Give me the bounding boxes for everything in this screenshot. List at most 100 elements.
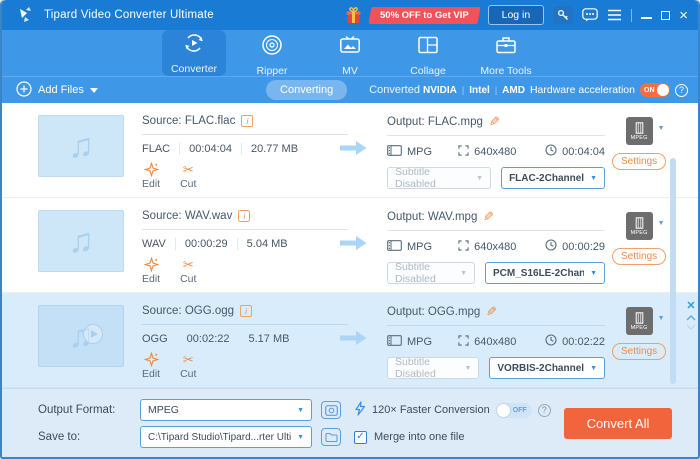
add-files-button[interactable]: Add Files: [16, 81, 98, 100]
file-row[interactable]: ♫ Source: FLAC.flac i FLAC 00:04:04 20.7…: [2, 103, 698, 198]
intel-label: Intel: [469, 85, 490, 96]
tab-more-tools[interactable]: More Tools: [474, 34, 538, 76]
file-row[interactable]: ♫ Source: OGG.ogg i OGG 00:02:22 5.17 MB…: [2, 293, 698, 388]
subtitle-dropdown[interactable]: Subtitle Disabled▼: [387, 262, 475, 284]
edit-button[interactable]: Edit: [142, 162, 160, 190]
subtitle-dropdown[interactable]: Subtitle Disabled▼: [387, 167, 491, 189]
source-size: 20.77 MB: [241, 143, 307, 155]
move-up-icon[interactable]: [686, 315, 696, 321]
info-icon[interactable]: i: [241, 115, 253, 127]
merge-into-one-file-checkbox[interactable]: ✓ Merge into one file: [354, 431, 465, 444]
promo-badge[interactable]: 50% OFF to Get VIP: [368, 7, 480, 24]
maximize-icon[interactable]: [661, 11, 670, 20]
audio-track-dropdown[interactable]: FLAC-2Channel▼: [501, 167, 605, 189]
output-format-label: Output Format:: [38, 404, 140, 416]
settings-button[interactable]: Settings: [612, 343, 666, 360]
lightning-icon: [354, 401, 366, 419]
checkbox-checked-icon: ✓: [354, 431, 367, 444]
profile-chevron-icon[interactable]: ▼: [658, 315, 665, 322]
profile-chevron-icon[interactable]: ▼: [658, 125, 665, 132]
output-profile-button[interactable]: MPEG: [626, 117, 653, 145]
amd-label: AMD: [502, 85, 525, 96]
output-filename: Output: FLAC.mpg: [387, 116, 483, 128]
edit-button[interactable]: Edit: [142, 257, 160, 285]
play-overlay-icon: [83, 324, 103, 344]
convert-arrow-icon: [338, 234, 368, 257]
video-format-icon: [387, 145, 402, 159]
output-profile-button[interactable]: MPEG: [626, 212, 653, 240]
scrollbar-thumb[interactable]: [670, 158, 676, 384]
main-nav: Converter Ripper MV Collage More Tools: [2, 30, 698, 76]
save-to-dropdown[interactable]: C:\Tipard Studio\Tipard...rter Ultimate\…: [140, 426, 312, 448]
file-row[interactable]: ♫ Source: WAV.wav i WAV 00:00:29 5.04 MB…: [2, 198, 698, 293]
gift-icon[interactable]: [346, 7, 361, 24]
scissors-icon: ✂: [183, 162, 194, 177]
feedback-icon[interactable]: [582, 8, 598, 22]
hw-accel-toggle[interactable]: ON: [640, 83, 670, 97]
move-down-icon[interactable]: [686, 324, 696, 330]
resolution-icon: [458, 335, 469, 349]
audio-thumbnail[interactable]: ♫: [38, 115, 124, 177]
tab-collage[interactable]: Collage: [396, 34, 460, 76]
subtitle-dropdown[interactable]: Subtitle Disabled▼: [387, 357, 479, 379]
open-folder-icon[interactable]: [321, 428, 341, 446]
settings-button[interactable]: Settings: [612, 248, 666, 265]
ripper-dvd-icon: [260, 33, 284, 62]
profile-chevron-icon[interactable]: ▼: [658, 220, 665, 227]
tab-label: Converter: [171, 63, 217, 75]
settings-button[interactable]: Settings: [612, 153, 666, 170]
magic-wand-icon: [144, 352, 159, 367]
tab-converted[interactable]: Converted: [355, 80, 434, 100]
profile-badge-label: MPEG: [631, 135, 648, 141]
help-icon[interactable]: ?: [538, 404, 551, 417]
cut-button[interactable]: ✂ Cut: [180, 352, 196, 380]
rename-pencil-icon[interactable]: ✎: [486, 305, 497, 318]
rename-pencil-icon[interactable]: ✎: [489, 115, 500, 128]
info-icon[interactable]: i: [238, 210, 250, 222]
music-note-icon: ♫: [68, 129, 94, 163]
convert-all-button[interactable]: Convert All: [564, 408, 672, 439]
login-button[interactable]: Log in: [488, 5, 545, 25]
edit-button[interactable]: Edit: [142, 352, 160, 380]
audio-thumbnail[interactable]: ♫: [38, 210, 124, 272]
titlebar: Tipard Video Converter Ultimate 50% OFF …: [2, 0, 698, 30]
audio-track-dropdown[interactable]: PCM_S16LE-2Channel▼: [485, 262, 605, 284]
menu-icon[interactable]: [607, 9, 622, 21]
help-icon[interactable]: ?: [675, 84, 688, 97]
video-format-icon: [387, 240, 402, 254]
audio-thumbnail[interactable]: ♫: [38, 305, 124, 367]
tab-converting[interactable]: Converting: [266, 80, 347, 100]
scissors-icon: ✂: [183, 257, 194, 272]
tab-ripper[interactable]: Ripper: [240, 34, 304, 76]
source-duration: 00:04:04: [179, 143, 241, 155]
close-icon[interactable]: ×: [679, 8, 688, 23]
cut-button[interactable]: ✂ Cut: [180, 257, 196, 285]
hw-accel-label: Hardware acceleration: [530, 84, 635, 96]
output-format: MPG: [407, 336, 432, 348]
magic-wand-icon: [144, 257, 159, 272]
output-filename: Output: OGG.mpg: [387, 306, 480, 318]
minimize-icon[interactable]: [641, 11, 652, 19]
output-filename: Output: WAV.mpg: [387, 211, 477, 223]
save-to-label: Save to:: [38, 431, 140, 443]
source-format: FLAC: [142, 143, 179, 155]
info-icon[interactable]: i: [240, 305, 252, 317]
preview-window-icon[interactable]: [321, 401, 341, 419]
converter-icon: [182, 31, 206, 60]
output-profile-button[interactable]: MPEG: [626, 307, 653, 335]
register-key-icon[interactable]: [553, 6, 573, 24]
rename-pencil-icon[interactable]: ✎: [483, 210, 494, 223]
output-format-dropdown[interactable]: MPEG▼: [140, 399, 312, 421]
source-filename: Source: WAV.wav: [142, 210, 232, 222]
file-list: ♫ Source: FLAC.flac i FLAC 00:04:04 20.7…: [2, 103, 698, 388]
tab-converter[interactable]: Converter: [162, 30, 226, 76]
cut-button[interactable]: ✂ Cut: [180, 162, 196, 190]
audio-track-dropdown[interactable]: VORBIS-2Channel▼: [489, 357, 605, 379]
output-resolution: 640x480: [474, 336, 516, 348]
faster-conversion-toggle[interactable]: OFF: [496, 403, 532, 418]
footer-panel: Output Format: MPEG▼ 120× Faster Convers…: [2, 388, 698, 457]
tab-mv[interactable]: MV: [318, 34, 382, 76]
titlebar-divider: [631, 9, 632, 22]
scissors-icon: ✂: [183, 352, 194, 367]
remove-file-icon[interactable]: ✕: [686, 301, 695, 312]
